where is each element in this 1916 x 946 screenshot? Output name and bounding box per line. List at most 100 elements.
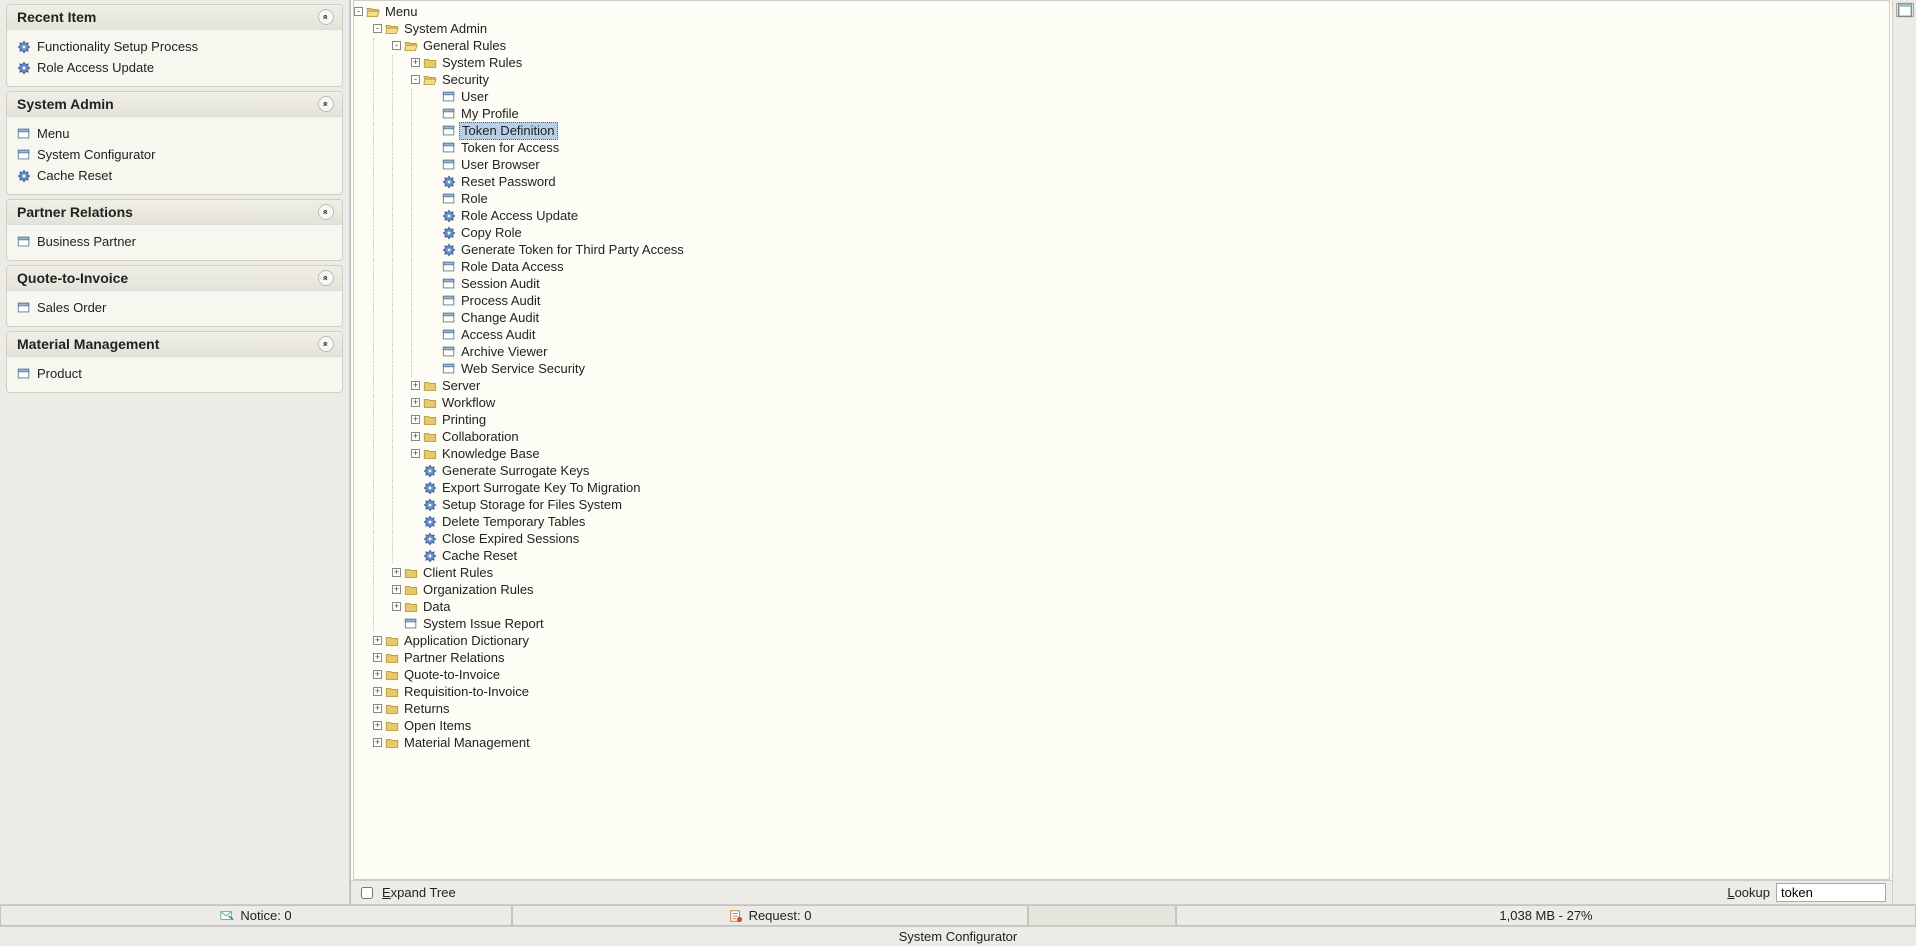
tree-node[interactable]: Close Expired Sessions <box>354 530 1889 547</box>
tree-node[interactable]: Access Audit <box>354 326 1889 343</box>
tree-node[interactable]: +Quote-to-Invoice <box>354 666 1889 683</box>
tree-node[interactable]: Export Surrogate Key To Migration <box>354 479 1889 496</box>
tree-node[interactable]: +Returns <box>354 700 1889 717</box>
tree-node[interactable]: -System Admin <box>354 20 1889 37</box>
sidebar-section: System Admin« MenuSystem ConfiguratorCach… <box>6 91 343 195</box>
tree-node[interactable]: Role Data Access <box>354 258 1889 275</box>
tree-node[interactable]: Cache Reset <box>354 547 1889 564</box>
collapse-icon[interactable]: - <box>411 75 420 84</box>
tree-node[interactable]: Delete Temporary Tables <box>354 513 1889 530</box>
tree-node[interactable]: User Browser <box>354 156 1889 173</box>
tree-node-label: Process Audit <box>459 293 543 309</box>
expand-icon[interactable]: + <box>411 415 420 424</box>
expand-icon[interactable]: + <box>411 449 420 458</box>
sidebar-section-header[interactable]: Partner Relations« <box>7 200 342 225</box>
folder-icon <box>366 5 380 19</box>
sidebar-item[interactable]: Business Partner <box>13 231 336 252</box>
tree-node[interactable]: Archive Viewer <box>354 343 1889 360</box>
collapse-icon[interactable]: « <box>318 96 334 112</box>
tree-node[interactable]: +Client Rules <box>354 564 1889 581</box>
tree-node[interactable]: +Printing <box>354 411 1889 428</box>
sidebar-section-header[interactable]: Quote-to-Invoice« <box>7 266 342 291</box>
tree-node[interactable]: +Requisition-to-Invoice <box>354 683 1889 700</box>
tree-node[interactable]: Role <box>354 190 1889 207</box>
expand-tree-label[interactable]: Expand Tree <box>382 885 456 900</box>
tree-node[interactable]: +Data <box>354 598 1889 615</box>
collapse-icon[interactable]: « <box>318 336 334 352</box>
sidebar-item[interactable]: Cache Reset <box>13 165 336 186</box>
sidebar-item[interactable]: Functionality Setup Process <box>13 36 336 57</box>
expand-icon[interactable]: + <box>373 670 382 679</box>
sidebar-section-header[interactable]: Material Management« <box>7 332 342 357</box>
status-memory[interactable]: 1,038 MB - 27% <box>1176 905 1916 926</box>
lookup-input[interactable] <box>1776 883 1886 902</box>
expand-icon[interactable]: + <box>392 585 401 594</box>
tree-leaf-spacer <box>430 313 439 322</box>
tree-node[interactable]: Generate Surrogate Keys <box>354 462 1889 479</box>
tree-node[interactable]: +System Rules <box>354 54 1889 71</box>
collapse-icon[interactable]: - <box>392 41 401 50</box>
tree-node[interactable]: Process Audit <box>354 292 1889 309</box>
tree-node[interactable]: +Application Dictionary <box>354 632 1889 649</box>
expand-icon[interactable]: + <box>411 58 420 67</box>
folder-icon <box>404 583 418 597</box>
expand-icon[interactable]: + <box>373 738 382 747</box>
tree-node[interactable]: + Workflow <box>354 394 1889 411</box>
status-request[interactable]: Request: 0 <box>512 905 1028 926</box>
tree-node[interactable]: +Knowledge Base <box>354 445 1889 462</box>
sidebar-item[interactable]: System Configurator <box>13 144 336 165</box>
expand-icon[interactable]: + <box>373 653 382 662</box>
expand-icon[interactable]: + <box>411 432 420 441</box>
tree-node[interactable]: My Profile <box>354 105 1889 122</box>
tree-node[interactable]: Setup Storage for Files System <box>354 496 1889 513</box>
expand-icon[interactable]: + <box>373 636 382 645</box>
tree-node[interactable]: Generate Token for Third Party Access <box>354 241 1889 258</box>
tree-node[interactable]: -Menu <box>354 3 1889 20</box>
tree-node[interactable]: Role Access Update <box>354 207 1889 224</box>
tree-node[interactable]: User <box>354 88 1889 105</box>
tree-node[interactable]: Token for Access <box>354 139 1889 156</box>
tree-node[interactable]: +Partner Relations <box>354 649 1889 666</box>
sidebar-item[interactable]: Menu <box>13 123 336 144</box>
tree-node[interactable]: Web Service Security <box>354 360 1889 377</box>
collapse-icon[interactable]: - <box>373 24 382 33</box>
collapse-icon[interactable]: - <box>354 7 363 16</box>
expand-icon[interactable]: + <box>373 721 382 730</box>
expand-tree-checkbox[interactable] <box>361 887 373 899</box>
expand-icon[interactable]: + <box>373 687 382 696</box>
sidebar-item[interactable]: Role Access Update <box>13 57 336 78</box>
expand-icon[interactable]: + <box>392 602 401 611</box>
tree-node[interactable]: +Material Management <box>354 734 1889 751</box>
collapse-icon[interactable]: « <box>318 9 334 25</box>
collapse-icon[interactable]: « <box>318 270 334 286</box>
window-icon <box>442 141 456 155</box>
folder-icon <box>385 702 399 716</box>
tree-node[interactable]: System Issue Report <box>354 615 1889 632</box>
tree-node[interactable]: Copy Role <box>354 224 1889 241</box>
tree-node[interactable]: +Collaboration <box>354 428 1889 445</box>
tree-leaf-spacer <box>411 483 420 492</box>
tree-node[interactable]: -Security <box>354 71 1889 88</box>
expand-icon[interactable]: + <box>373 704 382 713</box>
side-toggle-button[interactable] <box>1896 3 1914 17</box>
sidebar-item[interactable]: Product <box>13 363 336 384</box>
expand-icon[interactable]: + <box>392 568 401 577</box>
collapse-icon[interactable]: « <box>318 204 334 220</box>
sidebar-item[interactable]: Sales Order <box>13 297 336 318</box>
tree-node[interactable]: Change Audit <box>354 309 1889 326</box>
expand-icon[interactable]: + <box>411 398 420 407</box>
tree-node[interactable]: Reset Password <box>354 173 1889 190</box>
expand-icon[interactable]: + <box>411 381 420 390</box>
tree-node-label: Workflow <box>440 395 497 411</box>
tree-node[interactable]: +Organization Rules <box>354 581 1889 598</box>
tree-leaf-spacer <box>430 262 439 271</box>
sidebar-section-header[interactable]: System Admin« <box>7 92 342 117</box>
status-notice[interactable]: Notice: 0 <box>0 905 512 926</box>
sidebar-section-header[interactable]: Recent Item« <box>7 5 342 30</box>
tree-node[interactable]: +Open Items <box>354 717 1889 734</box>
tree-node[interactable]: Session Audit <box>354 275 1889 292</box>
tree-scroll[interactable]: -Menu-System Admin-General Rules+System … <box>353 0 1890 880</box>
tree-node[interactable]: +Server <box>354 377 1889 394</box>
tree-node[interactable]: Token Definition <box>354 122 1889 139</box>
tree-node[interactable]: -General Rules <box>354 37 1889 54</box>
